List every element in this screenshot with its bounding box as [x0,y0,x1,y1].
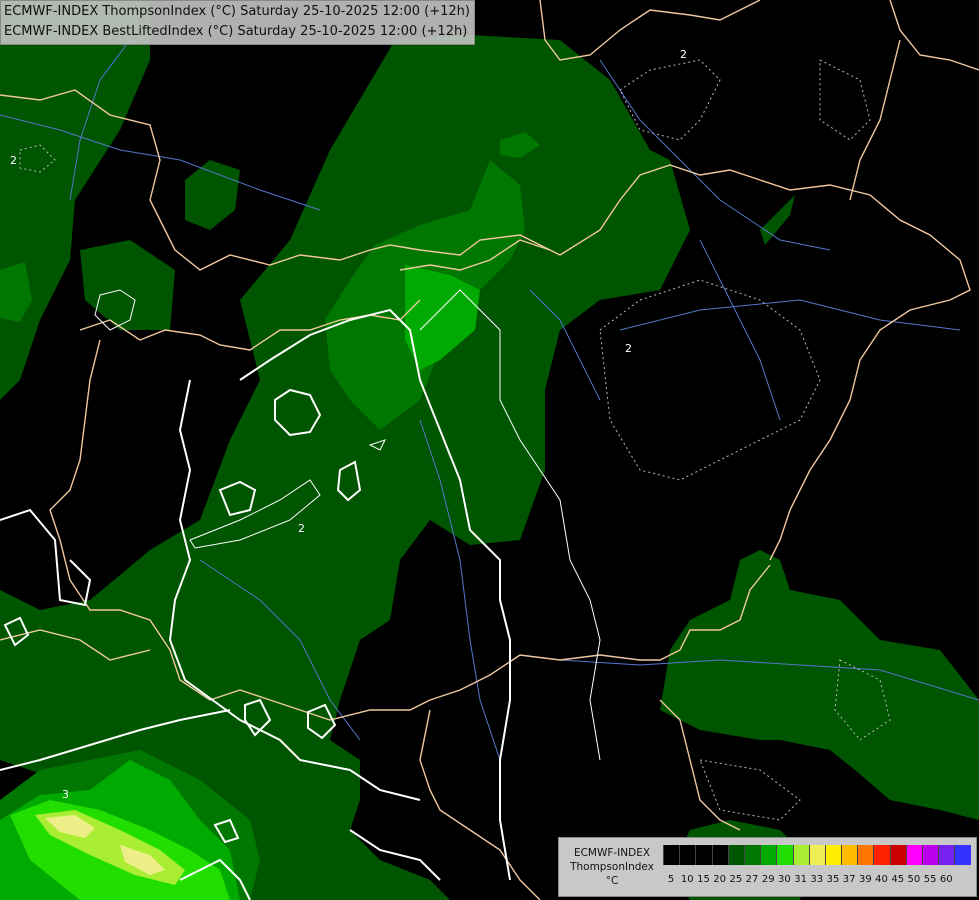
legend-caption: ECMWF-INDEX ThompsonIndex °C [563,846,661,888]
contour-label-2-center: 2 [298,522,305,535]
legend-swatch [954,845,971,865]
legend-swatch [841,845,858,865]
legend-swatch [922,845,939,865]
legend-tick-label: 60 [939,874,953,885]
legend-subtitle: ThompsonIndex [570,861,654,873]
legend-swatch [808,845,825,865]
legend-tick-label: 37 [842,874,856,885]
legend-swatch [776,845,793,865]
legend-swatch [727,845,744,865]
contour-label-2-north: 2 [680,48,687,61]
legend-tick-label: 30 [778,874,791,885]
contour-label-3-southwest: 3 [62,788,69,801]
legend-swatch [857,845,874,865]
legend-swatch [889,845,906,865]
legend-swatch [824,845,842,865]
legend-swatch [679,845,696,865]
legend-tick-label: 20 [713,874,727,885]
legend-tick-label: 15 [697,874,710,885]
contour-label-2-east: 2 [625,342,632,355]
legend-tick-label: 31 [794,874,807,885]
color-legend: ECMWF-INDEX ThompsonIndex °C 5 10 15 20 25 27… [558,837,977,897]
legend-tick-label: 27 [745,874,759,885]
legend-tick-label: 29 [761,874,775,885]
legend-swatch [711,845,728,865]
title-best-lifted-index: ECMWF-INDEX BestLiftedIndex (°C) Saturda… [4,24,468,39]
contour-label-2-west: 2 [10,154,17,167]
legend-tick-label: 5 [667,874,675,885]
legend-swatch [743,845,761,865]
legend-tick-label: 50 [907,874,921,885]
legend-tick-label: 40 [875,874,888,885]
legend-unit: °C [605,875,619,887]
legend-swatch [663,845,680,865]
legend-tick-label: 39 [858,874,872,885]
legend-tick-label: 45 [891,874,905,885]
legend-title: ECMWF-INDEX [573,847,651,859]
legend-tick-label: 33 [810,874,824,885]
legend-swatch [905,845,922,865]
forecast-map: 2 2 2 2 3 [0,0,979,900]
legend-swatch [938,845,955,865]
legend-color-bar [663,845,971,865]
legend-swatch [695,845,712,865]
legend-tick-label: 35 [826,874,840,885]
legend-swatch [760,845,777,865]
map-title-box: ECMWF-INDEX ThompsonIndex (°C) Saturday … [0,0,475,45]
legend-tick-label: 10 [680,874,694,885]
title-thompson-index: ECMWF-INDEX ThompsonIndex (°C) Saturday … [4,4,470,19]
legend-swatch [873,845,890,865]
legend-tick-label: 25 [729,874,743,885]
legend-tick-labels: 5 10 15 20 25 27 29 30 31 33 35 37 39 40 45 50 55 60 [663,874,954,885]
legend-swatch [792,845,809,865]
legend-tick-label: 55 [923,874,937,885]
